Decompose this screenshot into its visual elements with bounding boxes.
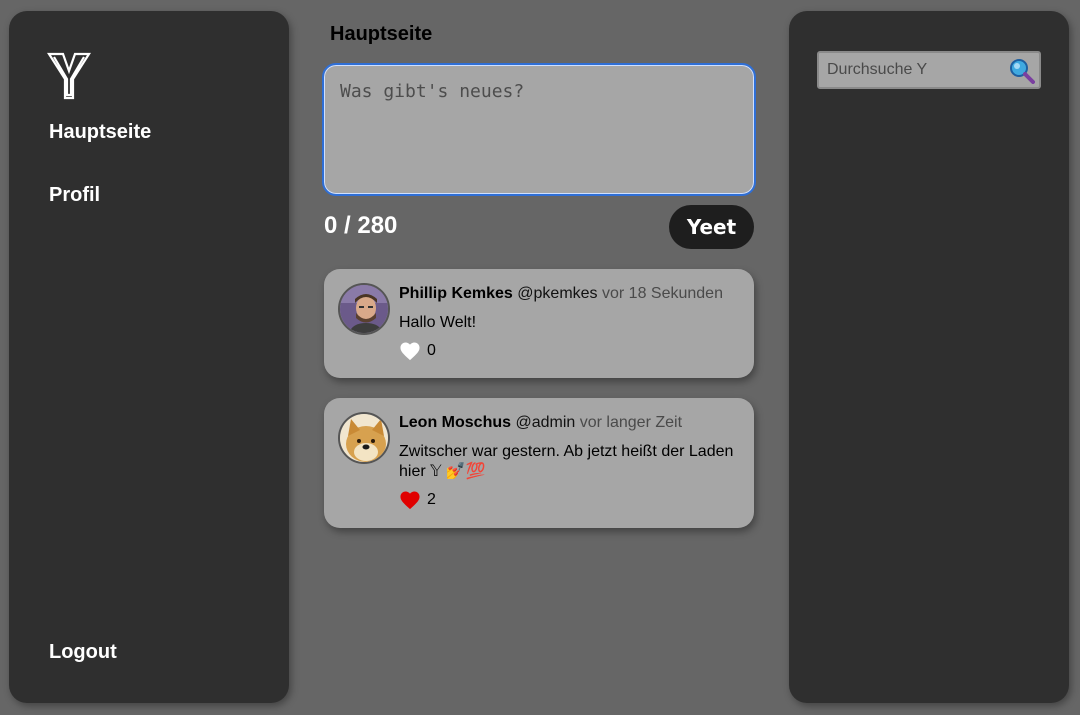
left-sidebar: Hauptseite Profil Logout: [9, 11, 289, 703]
post-header: Leon Moschus @admin vor langer Zeit: [399, 414, 682, 432]
post-text: Hallo Welt!: [399, 314, 477, 331]
like-count: 0: [427, 342, 436, 359]
character-counter: 0 / 280: [324, 212, 398, 239]
post-handle[interactable]: @pkemkes: [517, 285, 597, 302]
logout-link[interactable]: Logout: [49, 641, 117, 664]
y-logo-icon[interactable]: [46, 51, 92, 101]
nav-item-home[interactable]: Hauptseite: [49, 121, 151, 144]
avatar[interactable]: [338, 412, 390, 464]
avatar[interactable]: [338, 283, 390, 335]
like-area: 0: [399, 341, 436, 361]
post-author[interactable]: Phillip Kemkes: [399, 285, 513, 302]
post-time: vor langer Zeit: [579, 414, 683, 431]
right-sidebar: [789, 11, 1069, 703]
yeet-button[interactable]: Yeet: [669, 205, 754, 249]
post-header: Phillip Kemkes @pkemkes vor 18 Sekunden: [399, 285, 723, 303]
heart-filled-icon[interactable]: [399, 490, 421, 510]
doge-avatar-icon: [340, 414, 388, 462]
like-count: 2: [427, 491, 436, 508]
nav-item-profile[interactable]: Profil: [49, 184, 100, 207]
like-area: 2: [399, 490, 436, 510]
page-title: Hauptseite: [330, 23, 433, 45]
post-card: Leon Moschus @admin vor langer Zeit Zwit…: [324, 398, 754, 528]
post-text: Zwitscher war gestern. Ab jetzt heißt de…: [399, 443, 734, 480]
heart-outline-icon[interactable]: [399, 341, 421, 361]
search-icon[interactable]: [1009, 58, 1035, 84]
post-card: Phillip Kemkes @pkemkes vor 18 Sekunden …: [324, 269, 754, 378]
compose-textarea[interactable]: [322, 63, 756, 196]
post-handle[interactable]: @admin: [515, 414, 575, 431]
search-input[interactable]: [819, 53, 1009, 87]
post-author[interactable]: Leon Moschus: [399, 414, 511, 431]
person-avatar-icon: [340, 285, 388, 333]
search-box: [817, 51, 1041, 89]
post-time: vor 18 Sekunden: [602, 285, 723, 302]
